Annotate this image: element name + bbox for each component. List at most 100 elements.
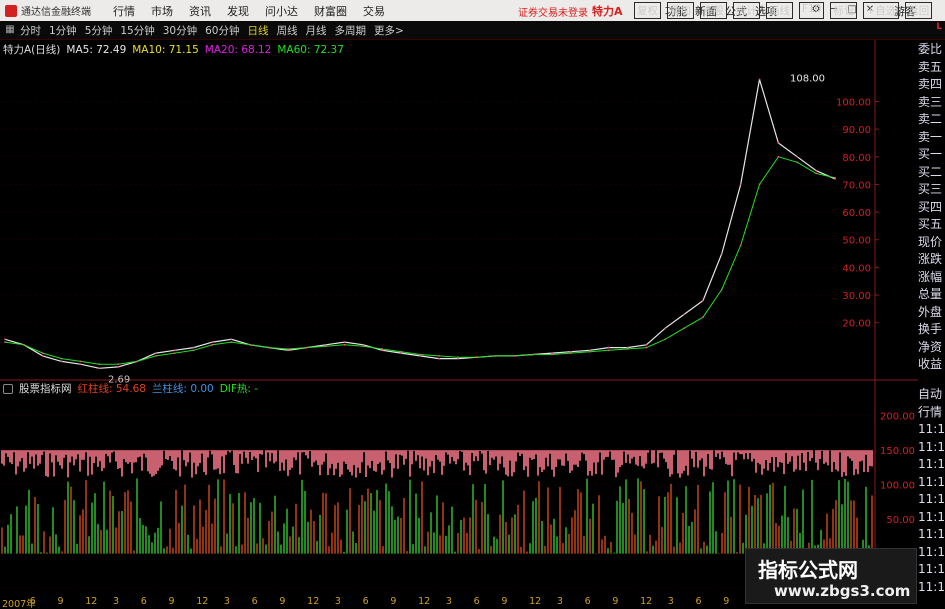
price-point <box>79 360 82 363</box>
price-point <box>41 352 44 355</box>
price-point <box>79 363 82 366</box>
tool-restore-rights[interactable]: 复权 <box>634 2 661 19</box>
tool-draw[interactable]: 画线 <box>766 2 793 19</box>
tool-back[interactable]: 返回 <box>905 2 933 19</box>
tick-time: 11:1 <box>918 492 945 506</box>
price-point <box>777 155 780 158</box>
menu-discover[interactable]: 发现 <box>227 3 249 19</box>
menu-wealth[interactable]: 财富圈 <box>314 3 347 19</box>
menu-market[interactable]: 市场 <box>151 3 173 19</box>
side-item[interactable]: 涨跌 <box>918 251 945 269</box>
period-60min[interactable]: 60分钟 <box>205 23 239 38</box>
side-item[interactable]: 买二 <box>918 164 945 182</box>
tick-time: 11:1 <box>918 457 945 471</box>
period-30min[interactable]: 30分钟 <box>163 23 197 38</box>
tick-time: 11:1 <box>918 474 945 489</box>
indicator-icon[interactable] <box>3 383 13 394</box>
x-tick-label: 9 <box>57 596 64 607</box>
side-item[interactable]: 净资 <box>918 339 945 357</box>
side-item[interactable]: 买四 <box>918 199 945 217</box>
price-axis: 100.00 90.00 80.00 70.00 60.00 50.00 40.00 30.0… <box>0 97 879 330</box>
price-point <box>532 353 535 356</box>
period-5min[interactable]: 5分钟 <box>85 23 113 38</box>
side-item[interactable]: 外盘 <box>918 304 945 322</box>
price-tick-label: 50.00 <box>842 236 871 247</box>
tick-time: 11:1 <box>918 562 945 576</box>
period-intraday[interactable]: 分时 <box>20 23 41 38</box>
price-point <box>570 352 572 355</box>
login-status[interactable]: 证券交易未登录 <box>518 4 588 19</box>
period-15min[interactable]: 15分钟 <box>120 23 154 38</box>
tool-add-watchlist[interactable]: +自选 <box>863 2 900 19</box>
side-item[interactable]: 卖三 <box>918 94 945 112</box>
side-item[interactable]: 现价 <box>918 234 945 252</box>
price-point <box>98 363 101 366</box>
menu-quotes[interactable]: 行情 <box>113 3 135 19</box>
price-tick-label: 20.00 <box>842 319 871 330</box>
indicator-bars <box>1 450 873 594</box>
price-point <box>702 299 704 302</box>
side-item[interactable]: 收益 <box>918 356 945 374</box>
side-item[interactable]: 换手 <box>918 321 945 339</box>
side-item[interactable]: 买一 <box>918 146 945 164</box>
tool-multi-stock[interactable]: 多股 <box>700 2 727 19</box>
tick-time: 11:1 <box>918 439 945 454</box>
price-tick-label: 100.00 <box>836 97 871 108</box>
indicator-tick-label: 150.00 <box>880 446 915 457</box>
price-point <box>664 338 667 341</box>
side-item[interactable]: 卖四 <box>918 76 945 94</box>
period-more[interactable]: 更多> <box>374 23 404 38</box>
period-multi[interactable]: 多周期 <box>335 23 367 38</box>
side-item[interactable]: 卖一 <box>918 129 945 147</box>
tick-side-panel: 自动 行情 11:1 11:1 11:1 11:1 11:1 11:1 11:1 11:1 11:1… <box>918 386 945 596</box>
watermark-title: 指标公式网 <box>758 558 858 582</box>
indicator-name: 股票指标网 <box>19 383 72 395</box>
price-point <box>343 343 346 346</box>
x-tick-label: 9 <box>279 596 286 607</box>
tool-f10[interactable]: F10 <box>799 2 825 19</box>
side-item[interactable]: 买五 <box>918 216 945 234</box>
price-chart[interactable]: 100.00 90.00 80.00 70.00 60.00 50.00 40.00 30.0… <box>0 40 918 596</box>
dif-value: DIF热: - <box>219 383 259 395</box>
price-point <box>645 343 648 346</box>
tool-mark[interactable]: 标记 <box>830 2 858 19</box>
tool-stats[interactable]: 统计 <box>733 2 760 19</box>
side-item[interactable]: 卖二 <box>918 111 945 129</box>
side-item[interactable]: 卖五 <box>918 59 945 77</box>
tool-overlay[interactable]: 叠加 <box>667 2 694 19</box>
app-title: 通达信金融终端 <box>21 7 91 18</box>
side-item[interactable]: 总量 <box>918 286 945 304</box>
blue-bar-value: 兰柱线: 0.00 <box>151 383 214 395</box>
x-tick-label: 3 <box>112 596 119 607</box>
x-tick-label: 12 <box>196 596 209 607</box>
period-monthly[interactable]: 月线 <box>306 23 327 38</box>
menu-trade[interactable]: 交易 <box>363 3 385 19</box>
tick-time: 11:1 <box>918 527 945 541</box>
price-point <box>173 352 176 355</box>
price-point <box>437 354 440 357</box>
x-tick-label: 12 <box>85 596 98 607</box>
side-item[interactable]: 买三 <box>918 181 945 199</box>
corner-tag: L <box>936 22 942 32</box>
price-point <box>60 360 63 363</box>
x-tick-label: 9 <box>612 596 619 607</box>
menu-ask[interactable]: 问小达 <box>265 3 298 19</box>
price-point <box>626 348 629 350</box>
period-weekly[interactable]: 周线 <box>277 23 298 38</box>
ma-legend-title: 特力A(日线) <box>3 44 61 56</box>
period-1min[interactable]: 1分钟 <box>49 23 77 38</box>
menu-news[interactable]: 资讯 <box>189 3 211 19</box>
x-tick-label: 9 <box>168 596 175 607</box>
max-price-label: 108.00 <box>790 73 825 84</box>
grid-icon[interactable]: ▦ <box>4 24 16 36</box>
x-tick-label: 6 <box>362 596 369 607</box>
price-point <box>381 348 384 350</box>
x-tick-label: 6 <box>473 596 480 607</box>
price-point <box>41 354 44 357</box>
x-tick-label: 3 <box>334 596 341 607</box>
side-item[interactable]: 涨幅 <box>918 269 945 287</box>
side-item[interactable]: 委比 <box>918 41 945 59</box>
ma5-value: MA5: 72.49 <box>66 43 127 56</box>
price-point <box>4 338 6 341</box>
period-daily[interactable]: 日线 <box>248 23 269 38</box>
